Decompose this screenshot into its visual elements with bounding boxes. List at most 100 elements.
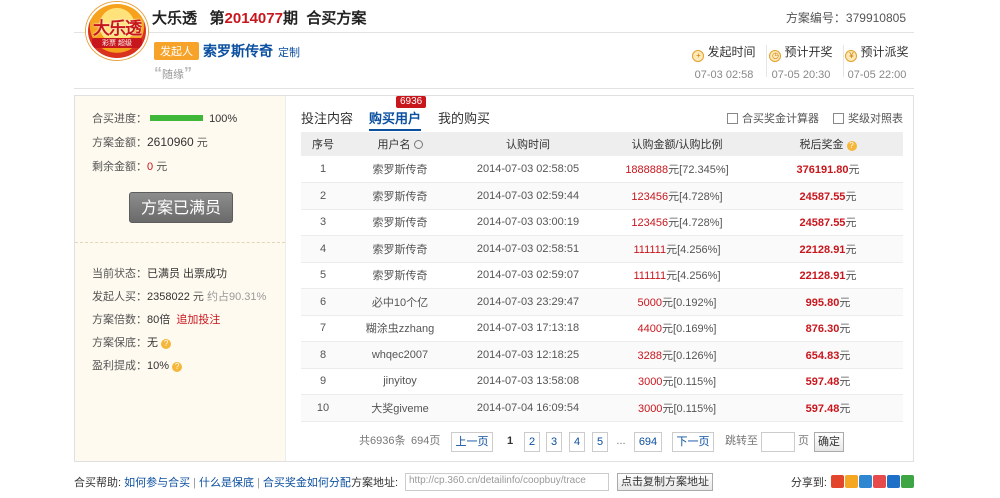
- prize-calculator-link[interactable]: 合买奖金计算器: [727, 110, 819, 126]
- tab-my-purchase[interactable]: 我的购买: [438, 108, 490, 127]
- col-header-bonus: 税后奖金 ?: [753, 132, 903, 156]
- page-title: 大乐透 第2014077期 合买方案: [152, 7, 366, 28]
- custom-follow-link[interactable]: 定制: [278, 44, 300, 60]
- row-time: 2014-07-03 02:59:44: [455, 182, 601, 210]
- row-amount: 123456元[4.728%]: [601, 182, 753, 210]
- calculator-icon: [727, 113, 738, 124]
- draw-time: ◷ 预计开奖 07-05 20:30: [761, 43, 841, 81]
- table-row: 2 索罗斯传奇 2014-07-03 02:59:44 123456元[4.728%]…: [301, 182, 903, 210]
- page-3[interactable]: 3: [546, 432, 562, 452]
- col-header-user[interactable]: 用户名: [345, 132, 455, 156]
- qzone-share-icon[interactable]: [845, 475, 858, 488]
- divider: [75, 242, 285, 243]
- row-time: 2014-07-03 02:58:51: [455, 235, 601, 263]
- payout-time: ¥ 预计派奖 07-05 22:00: [837, 43, 917, 81]
- row-number: 9: [301, 368, 345, 395]
- row-time: 2014-07-03 03:00:19: [455, 209, 601, 236]
- row-number: 4: [301, 235, 345, 263]
- renren-share-icon[interactable]: [887, 475, 900, 488]
- kaixin-share-icon[interactable]: [873, 475, 886, 488]
- row-number: 1: [301, 156, 345, 183]
- row-username: 索罗斯传奇: [345, 209, 455, 236]
- row-amount: 3000元[0.115%]: [601, 394, 753, 422]
- page-last[interactable]: 694: [634, 432, 662, 452]
- row-number: 10: [301, 394, 345, 422]
- table-row: 7 糊涂虫zzhang 2014-07-03 17:13:18 4400元[0.169…: [301, 315, 903, 342]
- help-link-bonus[interactable]: 合买奖金如何分配: [263, 477, 351, 489]
- row-amount: 123456元[4.728%]: [601, 209, 753, 236]
- initiator-buy-row: 发起人买：2358022 元 约占90.31%: [92, 291, 267, 303]
- page-4[interactable]: 4: [569, 432, 585, 452]
- share-area: 分享到:: [791, 474, 914, 490]
- remaining-row: 剩余金额：0 元: [92, 161, 168, 173]
- row-time: 2014-07-03 02:59:07: [455, 262, 601, 289]
- plan-type: 合买方案: [306, 10, 367, 27]
- jump-page-input[interactable]: [761, 432, 795, 452]
- page-unit: 页: [798, 435, 809, 447]
- multiplier-row: 方案倍数：80倍 追加投注: [92, 314, 221, 326]
- page: 大乐透 彩票 超级 大乐透 第2014077期 合买方案 方案编号：379910…: [74, 0, 914, 462]
- share-label: 分享到:: [790, 477, 827, 489]
- tab-bet-content[interactable]: 投注内容: [301, 108, 353, 127]
- help-icon[interactable]: ?: [172, 362, 183, 372]
- plan-info-bar: 发起人 索罗斯传奇 定制 “随缘” + 发起时间 07-03 02:58 ◷ 预计开…: [74, 33, 914, 89]
- row-bonus: 22128.91元: [753, 262, 903, 289]
- row-bonus: 24587.55元: [753, 209, 903, 236]
- clock-icon: ◷: [769, 50, 782, 62]
- col-header-no: 序号: [301, 132, 345, 156]
- next-page-button[interactable]: 下一页: [672, 432, 714, 452]
- search-icon[interactable]: [413, 140, 423, 149]
- row-amount: 111111元[4.256%]: [601, 235, 753, 263]
- row-time: 2014-07-03 17:13:18: [455, 315, 601, 342]
- tencent-weibo-share-icon[interactable]: [859, 475, 872, 488]
- progress-bar: [150, 115, 204, 121]
- row-time: 2014-07-03 12:18:25: [455, 341, 601, 369]
- weibo-share-icon[interactable]: [831, 475, 844, 488]
- copy-address-button[interactable]: 点击复制方案地址: [617, 473, 713, 491]
- row-username: 糊涂虫zzhang: [345, 315, 455, 342]
- row-number: 6: [301, 288, 345, 316]
- page-1[interactable]: 1: [503, 432, 517, 452]
- help-icon[interactable]: ?: [846, 141, 857, 151]
- buyer-count-badge: 6936: [396, 96, 427, 108]
- jump-confirm-button[interactable]: 确定: [814, 432, 844, 452]
- table-row: 3 索罗斯传奇 2014-07-03 03:00:19 123456元[4.728%]…: [301, 209, 903, 236]
- page-2[interactable]: 2: [524, 432, 540, 452]
- help-link-how-join[interactable]: 如何参与合买: [124, 477, 190, 489]
- row-number: 2: [301, 182, 345, 210]
- row-username: 大奖giveme: [345, 394, 455, 422]
- row-amount: 1888888元[72.345%]: [601, 156, 753, 183]
- row-bonus: 654.83元: [753, 341, 903, 369]
- row-bonus: 995.80元: [753, 288, 903, 316]
- page-5[interactable]: 5: [592, 432, 608, 452]
- plan-full-button[interactable]: 方案已满员: [129, 192, 233, 223]
- plan-address-field[interactable]: http://cp.360.cn/detailinfo/coopbuy/trac…: [405, 473, 609, 491]
- initiator-quote: “随缘”: [154, 65, 192, 82]
- row-number: 5: [301, 262, 345, 289]
- launch-time: + 发起时间 07-03 02:58: [684, 43, 764, 81]
- table-row: 10 大奖giveme 2014-07-04 16:09:54 3000元[0.115…: [301, 394, 903, 422]
- help-icon[interactable]: ?: [161, 339, 172, 349]
- logo-text: 大乐透: [93, 19, 142, 38]
- plan-number: 方案编号：379910805: [785, 11, 906, 25]
- plan-summary-sidebar: 合买进度： 100% 方案金额：2610960 元 剩余金额：0 元 方案已满员…: [75, 96, 286, 461]
- row-username: 索罗斯传奇: [345, 262, 455, 289]
- row-amount: 4400元[0.169%]: [601, 315, 753, 342]
- table-icon: [833, 113, 844, 124]
- tab-buyers[interactable]: 购买用户: [369, 108, 422, 131]
- row-username: 索罗斯传奇: [345, 156, 455, 183]
- row-amount: 5000元[0.192%]: [601, 288, 753, 316]
- douban-share-icon[interactable]: [901, 475, 914, 488]
- row-bonus: 24587.55元: [753, 182, 903, 210]
- logo-subtext: 彩票 超级: [92, 38, 142, 48]
- row-amount: 3000元[0.115%]: [601, 368, 753, 395]
- help-link-guarantee[interactable]: 什么是保底: [199, 477, 254, 489]
- initiator-name[interactable]: 索罗斯传奇: [203, 41, 273, 61]
- add-bet-link[interactable]: 追加投注: [176, 314, 220, 326]
- page-header: 大乐透 彩票 超级 大乐透 第2014077期 合买方案 方案编号：379910…: [74, 0, 914, 60]
- prev-page-button[interactable]: 上一页: [451, 432, 493, 452]
- amount-row: 方案金额：2610960 元: [92, 135, 208, 149]
- lottery-logo: 大乐透 彩票 超级: [86, 2, 148, 60]
- table-row: 9 jinyitoy 2014-07-03 13:58:08 3000元[0.115%…: [301, 368, 903, 395]
- prize-table-link[interactable]: 奖级对照表: [833, 110, 903, 126]
